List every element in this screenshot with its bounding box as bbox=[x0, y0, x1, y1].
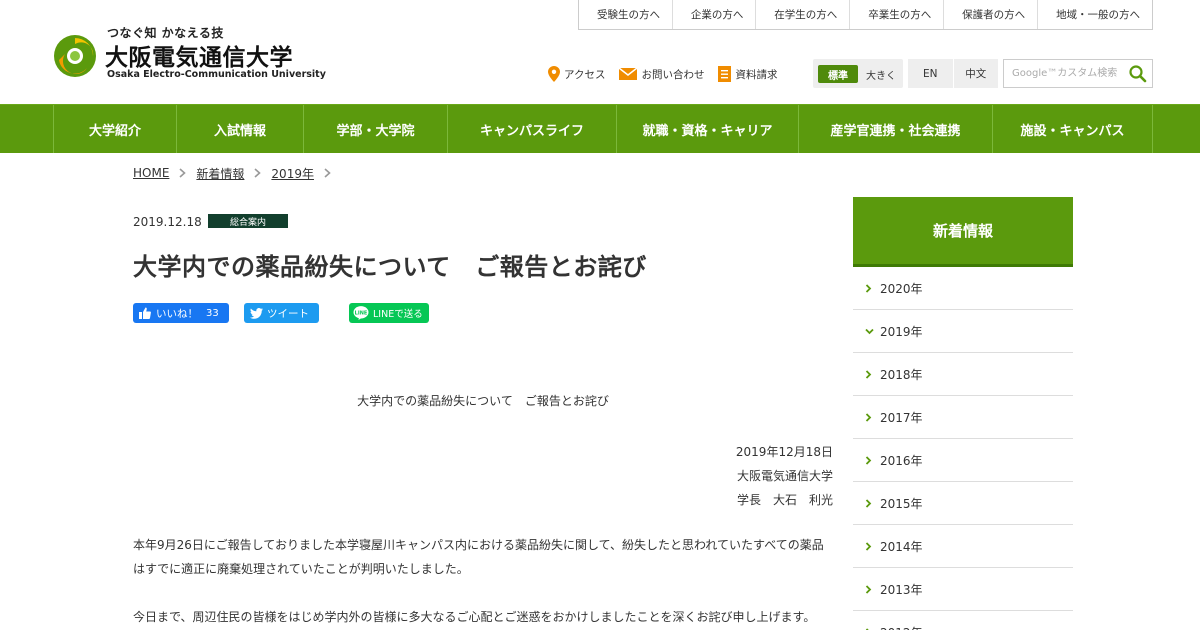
thumbs-up-icon bbox=[139, 307, 151, 319]
sidebar-item-year[interactable]: 2017年 bbox=[853, 396, 1073, 439]
sidebar-item-label: 2017年 bbox=[880, 410, 923, 425]
chevron-right-icon bbox=[865, 498, 880, 508]
facebook-like-label: いいね！ bbox=[156, 307, 198, 320]
sidebar-item-year[interactable]: 2013年 bbox=[853, 568, 1073, 611]
sidebar-item-label: 2015年 bbox=[880, 496, 923, 511]
gnav-item-faculties[interactable]: 学部・大学院 bbox=[303, 105, 447, 153]
chevron-right-icon bbox=[865, 455, 880, 465]
chevron-right-icon bbox=[244, 168, 271, 178]
font-size-standard-button[interactable]: 標準 bbox=[818, 65, 858, 83]
chevron-right-icon bbox=[865, 584, 880, 594]
sidebar-item-label: 2020年 bbox=[880, 281, 923, 296]
announcement-paragraph: 本年9月26日にご報告しておりました本学寝屋川キャンパス内における薬品紛失に関し… bbox=[133, 538, 824, 576]
sidebar-item-year[interactable]: 2012年 bbox=[853, 611, 1073, 630]
year-archive-list: 2020年 2019年 2018年 2017年 2016年 2015年 2014年 2013年… bbox=[853, 267, 1073, 630]
site-header: つなぐ知 かなえる技 大阪電気通信大学 Osaka Electro-Commun… bbox=[0, 0, 1200, 104]
line-logo-icon: LINE bbox=[353, 306, 369, 320]
facebook-like-button[interactable]: いいね！ 33 bbox=[133, 303, 229, 323]
page-title: 大学内での薬品紛失について ご報告とお詫び bbox=[133, 253, 647, 281]
font-size-large-button[interactable]: 大きく bbox=[863, 65, 899, 83]
chevron-right-icon bbox=[865, 412, 880, 422]
announcement-signature: 2019年12月18日 大阪電気通信大学 学長 大石 利光 bbox=[736, 440, 833, 512]
access-link-label: アクセス bbox=[564, 68, 606, 81]
access-link[interactable]: アクセス bbox=[548, 66, 605, 82]
audience-link-prospective[interactable]: 受験生の方へ bbox=[579, 0, 672, 29]
gnav-item-career[interactable]: 就職・資格・キャリア bbox=[616, 105, 798, 153]
language-zh-link[interactable]: 中文 bbox=[952, 59, 999, 88]
sidebar-item-label: 2019年 bbox=[880, 324, 923, 339]
site-search bbox=[1003, 59, 1153, 88]
sidebar-item-year[interactable]: 2016年 bbox=[853, 439, 1073, 482]
twitter-bird-icon bbox=[250, 307, 263, 319]
line-share-button[interactable]: LINE LINEで送る bbox=[349, 303, 429, 323]
map-pin-icon bbox=[548, 66, 560, 82]
breadcrumb-home[interactable]: HOME bbox=[133, 166, 169, 180]
tweet-label: ツイート bbox=[267, 307, 309, 320]
svg-text:LINE: LINE bbox=[355, 310, 368, 316]
post-date: 2019.12.18 bbox=[133, 215, 202, 229]
announcement-heading: 大学内での薬品紛失について ご報告とお詫び bbox=[357, 394, 609, 408]
tweet-button[interactable]: ツイート bbox=[244, 303, 319, 323]
audience-link-students[interactable]: 在学生の方へ bbox=[755, 0, 849, 29]
gnav-item-facilities[interactable]: 施設・キャンパス bbox=[992, 105, 1153, 153]
signature-president: 学長 大石 利光 bbox=[736, 493, 833, 507]
sidebar-item-label: 2016年 bbox=[880, 453, 923, 468]
university-logo-mark bbox=[54, 35, 96, 77]
logo-name: 大阪電気通信大学 bbox=[105, 45, 293, 71]
chevron-right-icon bbox=[865, 283, 880, 293]
site-logo[interactable]: つなぐ知 かなえる技 大阪電気通信大学 Osaka Electro-Commun… bbox=[53, 24, 326, 84]
contact-link-label: お問い合わせ bbox=[641, 68, 705, 81]
contact-link[interactable]: お問い合わせ bbox=[619, 67, 704, 82]
audience-link-parents[interactable]: 保護者の方へ bbox=[943, 0, 1037, 29]
audience-nav: 受験生の方へ 企業の方へ 在学生の方へ 卒業生の方へ 保護者の方へ 地域・一般の… bbox=[578, 0, 1153, 30]
announcement-paragraph: 今日まで、周辺住民の皆様をはじめ学内外の皆様に多大なるご心配とご迷惑をおかけしま… bbox=[133, 610, 816, 624]
gnav-item-admissions[interactable]: 入試情報 bbox=[176, 105, 303, 153]
logo-name-en: Osaka Electro-Communication University bbox=[107, 69, 326, 80]
audience-link-community[interactable]: 地域・一般の方へ bbox=[1037, 0, 1152, 29]
sidebar-item-year[interactable]: 2020年 bbox=[853, 267, 1073, 310]
search-icon[interactable] bbox=[1128, 64, 1148, 84]
gnav-item-about[interactable]: 大学紹介 bbox=[53, 105, 176, 153]
gnav-item-campus-life[interactable]: キャンパスライフ bbox=[447, 105, 616, 153]
language-switcher: EN 中文 bbox=[908, 59, 998, 88]
sidebar-title: 新着情報 bbox=[853, 197, 1073, 267]
brochure-link-label: 資料請求 bbox=[735, 68, 778, 81]
utility-links: アクセス お問い合わせ 資料請求 bbox=[548, 64, 791, 84]
chevron-right-icon bbox=[314, 168, 341, 178]
search-input[interactable] bbox=[1004, 60, 1122, 87]
sidebar-item-label: 2013年 bbox=[880, 582, 923, 597]
sidebar-item-year[interactable]: 2015年 bbox=[853, 482, 1073, 525]
document-icon bbox=[718, 66, 732, 82]
breadcrumb: HOME 新着情報 2019年 bbox=[133, 165, 341, 181]
brochure-link[interactable]: 資料請求 bbox=[718, 66, 777, 82]
language-en-link[interactable]: EN bbox=[908, 59, 953, 88]
font-size-switcher: 標準 大きく bbox=[813, 59, 903, 88]
chevron-right-icon bbox=[169, 168, 196, 178]
mail-icon bbox=[619, 68, 638, 80]
sidebar-item-year[interactable]: 2018年 bbox=[853, 353, 1073, 396]
sidebar-item-year[interactable]: 2014年 bbox=[853, 525, 1073, 568]
sidebar-item-year[interactable]: 2019年 bbox=[853, 310, 1073, 353]
gnav-item-collaboration[interactable]: 産学官連携・社会連携 bbox=[798, 105, 992, 153]
signature-organization: 大阪電気通信大学 bbox=[736, 469, 833, 483]
breadcrumb-news[interactable]: 新着情報 bbox=[196, 165, 244, 182]
chevron-right-icon bbox=[865, 369, 880, 379]
news-archive-sidebar: 新着情報 2020年 2019年 2018年 2017年 2016年 2015年 2014年… bbox=[853, 197, 1073, 630]
signature-date: 2019年12月18日 bbox=[735, 445, 833, 459]
breadcrumb-year[interactable]: 2019年 bbox=[271, 165, 314, 182]
audience-link-alumni[interactable]: 卒業生の方へ bbox=[849, 0, 943, 29]
global-nav: 大学紹介 入試情報 学部・大学院 キャンパスライフ 就職・資格・キャリア 産学官… bbox=[0, 104, 1200, 153]
chevron-right-icon bbox=[865, 541, 880, 551]
chevron-down-icon bbox=[865, 328, 880, 335]
share-buttons: いいね！ 33 ツイート LINE LINEで送る bbox=[133, 303, 453, 323]
audience-link-companies[interactable]: 企業の方へ bbox=[671, 0, 755, 29]
sidebar-item-label: 2018年 bbox=[880, 367, 923, 382]
facebook-like-count: 33 bbox=[206, 307, 219, 319]
sidebar-item-label: 2012年 bbox=[880, 624, 923, 630]
sidebar-item-label: 2014年 bbox=[880, 539, 923, 554]
category-badge: 総合案内 bbox=[208, 214, 288, 228]
line-share-label: LINEで送る bbox=[373, 309, 423, 320]
